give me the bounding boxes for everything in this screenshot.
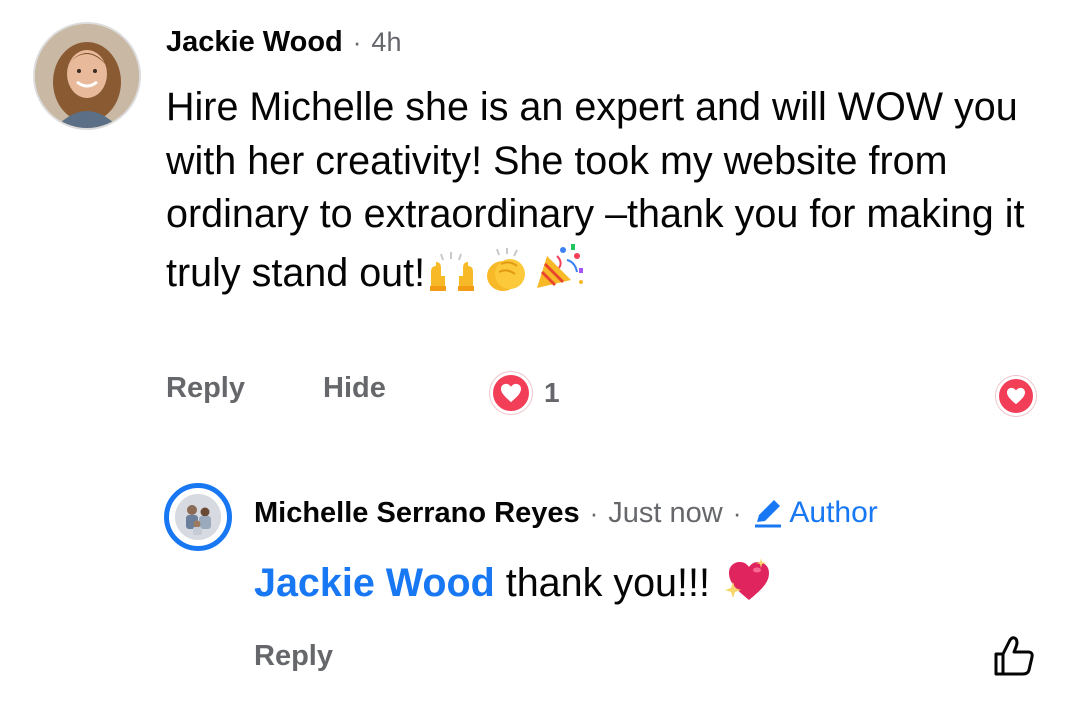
avatar-photo: [175, 494, 221, 540]
reply-timestamp[interactable]: Just now: [608, 497, 722, 530]
reply-author-name[interactable]: Michelle Serrano Reyes: [254, 497, 580, 530]
sparkling-heart-icon: [723, 556, 771, 615]
love-react-button[interactable]: [996, 376, 1036, 416]
separator-dot: ·: [589, 497, 599, 528]
avatar-jackie-wood[interactable]: [33, 22, 141, 130]
author-badge: Author: [751, 496, 878, 530]
heart-icon: [1007, 387, 1025, 405]
reply-header: Michelle Serrano Reyes · Just now · Auth…: [254, 493, 878, 533]
party-popper-icon: [533, 242, 585, 307]
separator-dot: ·: [352, 26, 362, 57]
reply-button[interactable]: Reply: [254, 640, 333, 673]
comment-author-name[interactable]: Jackie Wood: [166, 26, 343, 59]
reaction-count: 1: [544, 377, 560, 408]
comment-body-text: Hire Michelle she is an expert and will …: [166, 85, 1025, 295]
thumbs-up-icon[interactable]: [992, 634, 1036, 678]
reply-button[interactable]: Reply: [166, 372, 245, 405]
comment-text: Hire Michelle she is an expert and will …: [166, 81, 1046, 306]
avatar-michelle-serrano-reyes[interactable]: [164, 483, 232, 551]
separator-dot: ·: [732, 497, 742, 528]
comment-header: Jackie Wood · 4h: [166, 24, 401, 60]
reply-text: Jackie Wood thank you!!!: [254, 556, 771, 615]
raising-hands-icon: [427, 251, 477, 307]
comment-timestamp[interactable]: 4h: [371, 27, 401, 58]
mention-link[interactable]: Jackie Wood: [254, 561, 495, 605]
hide-button[interactable]: Hide: [323, 372, 386, 405]
reaction-summary[interactable]: 1: [490, 372, 560, 414]
pencil-icon: [755, 500, 782, 528]
reply-body-text: thank you!!!: [494, 561, 721, 605]
clapping-hands-icon: [479, 247, 531, 307]
author-badge-label: Author: [789, 496, 878, 529]
love-reaction-icon: [490, 372, 532, 414]
